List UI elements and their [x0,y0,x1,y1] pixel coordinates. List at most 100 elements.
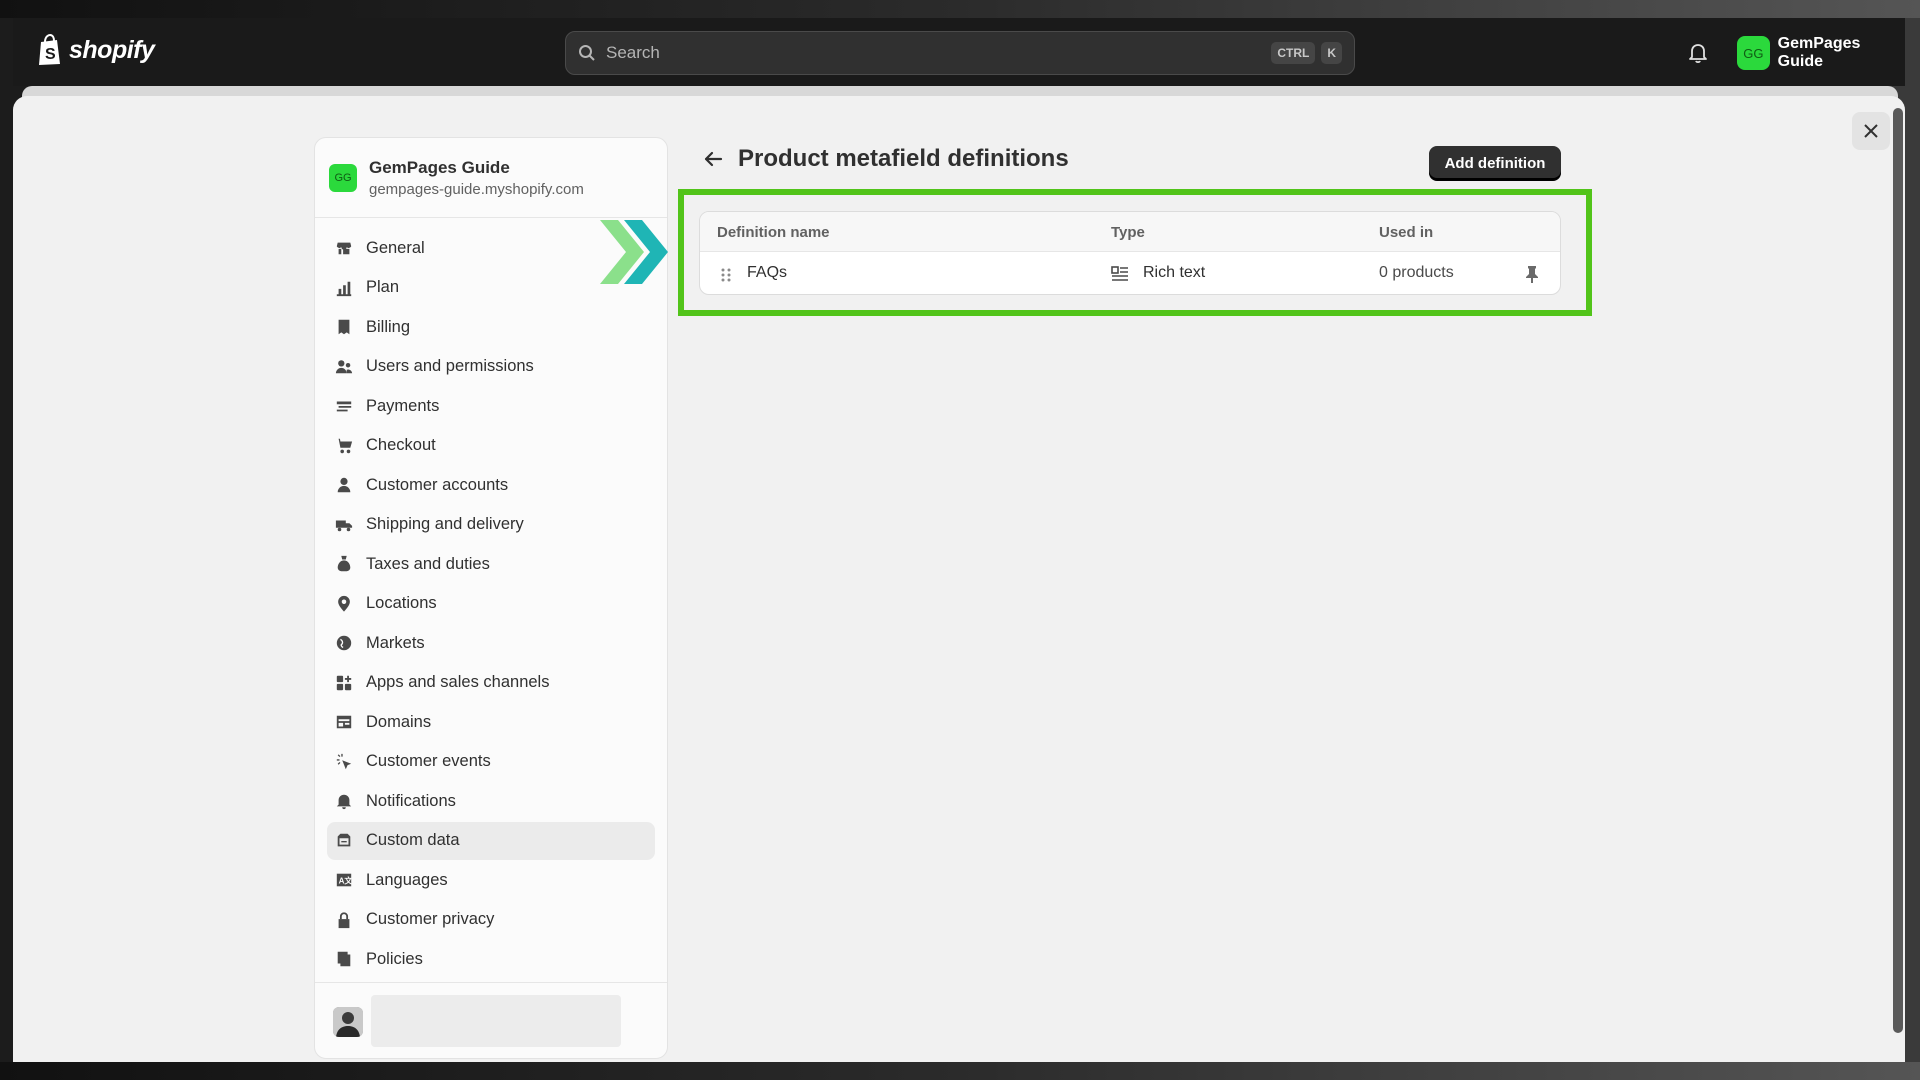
table-row[interactable]: FAQs Rich text 0 products [700,252,1560,294]
search-placeholder: Search [606,43,660,62]
notifications-bell-icon[interactable] [1687,42,1709,64]
sidebar-item-label: Custom data [366,831,460,849]
scrollbar[interactable] [1893,108,1903,1033]
sidebar-item-label: Shipping and delivery [366,515,524,533]
sidebar-item-users[interactable]: Users and permissions [327,348,655,386]
sidebar-item-label: Customer privacy [366,910,495,928]
users-icon [334,357,354,377]
sidebar-item-locations[interactable]: Locations [327,585,655,623]
sidebar-item-label: Apps and sales channels [366,673,550,691]
svg-text:S: S [45,46,56,63]
globe-icon [334,633,354,653]
billing-icon [334,317,354,337]
sidebar-item-label: Notifications [366,791,456,810]
used-in-cell: 0 products [1379,264,1454,281]
store-menu-name: GemPages Guide [1777,35,1861,70]
double-chevron-arrow-icon [600,220,668,284]
sidebar-item-payments[interactable]: Payments [327,387,655,425]
pin-icon[interactable] [1524,265,1540,283]
sidebar-item-policies[interactable]: Policies [327,940,655,978]
sidebar-item-label: Payments [366,396,440,415]
search-input[interactable]: Search CTRL K [565,31,1355,75]
sidebar-item-label: Markets [366,633,425,652]
sidebar-item-label: Policies [366,949,423,968]
shortcut-key-ctrl: CTRL [1271,42,1316,64]
brand-name: shopify [69,35,155,64]
svg-text:A文: A文 [339,876,353,886]
user-avatar [333,1007,363,1037]
sidebar-store-url: gempages-guide.myshopify.com [369,180,584,198]
payments-icon [334,396,354,416]
sidebar-user-footer[interactable] [315,982,667,1058]
sidebar-store-avatar: GG [329,163,357,192]
definition-name-cell[interactable]: FAQs [747,264,787,282]
sidebar-item-notifications[interactable]: Notifications [327,782,655,820]
store-avatar: GG [1737,36,1770,70]
sidebar-item-customer-privacy[interactable]: Customer privacy [327,901,655,939]
tax-icon [334,554,354,574]
sidebar-item-billing[interactable]: Billing [327,308,655,346]
truck-icon [334,515,354,535]
sidebar-item-label: Billing [366,317,411,336]
back-arrow-icon[interactable] [702,148,724,170]
screen-frame-top [0,0,1920,18]
shortcut-key-k: K [1321,42,1342,64]
table-header: Definition name Type Used in [700,212,1560,252]
redacted-user-info [371,995,621,1047]
sidebar-item-customer-accounts[interactable]: Customer accounts [327,466,655,504]
sidebar-item-label: General [366,238,425,257]
sidebar-item-label: Locations [366,594,437,612]
policies-icon [334,949,354,969]
page-header: Product metafield definitions [702,145,1069,173]
sidebar-item-label: Languages [366,870,448,889]
column-header-type[interactable]: Type [1111,224,1145,241]
sidebar-item-label: Users and permissions [366,357,534,375]
column-header-definition-name[interactable]: Definition name [717,224,830,241]
add-definition-button[interactable]: Add definition [1429,146,1561,180]
definitions-table: Definition name Type Used in FAQs Rich t… [699,211,1561,295]
column-header-used-in[interactable]: Used in [1379,224,1433,241]
close-icon [1864,124,1878,138]
search-icon [579,45,595,61]
store-menu-button[interactable]: GG GemPages Guide [1737,35,1905,71]
sidebar-item-label: Domains [366,712,432,731]
sidebar-item-checkout[interactable]: Checkout [327,427,655,465]
plan-icon [334,278,354,298]
shopify-logo[interactable]: S shopify [37,34,155,66]
screen-frame-bottom [0,1062,1920,1080]
apps-icon [334,673,354,693]
sidebar-item-languages[interactable]: A文 Languages [327,861,655,899]
sidebar-item-shipping[interactable]: Shipping and delivery [327,506,655,544]
sidebar-item-label: Customer accounts [366,475,509,494]
shopify-bag-icon: S [39,34,60,65]
sidebar-item-custom-data[interactable]: Custom data [327,821,655,860]
database-icon [334,831,354,851]
domains-icon [334,712,354,732]
person-icon [334,475,354,495]
cursor-click-icon [334,752,354,772]
drag-handle-icon[interactable] [720,267,732,283]
sidebar-store-name: GemPages Guide [369,157,510,177]
sidebar-item-label: Taxes and duties [366,554,490,573]
bell-icon [334,791,354,811]
store-icon [334,238,354,258]
sidebar-store-header[interactable]: GG GemPages Guide gempages-guide.myshopi… [315,138,667,218]
language-icon: A文 [334,870,354,890]
sidebar-item-taxes[interactable]: Taxes and duties [327,545,655,583]
close-button[interactable] [1852,112,1890,150]
sidebar-item-label: Checkout [366,436,436,454]
sidebar-item-label: Customer events [366,752,491,770]
sidebar-item-label: Plan [366,278,400,296]
page-title: Product metafield definitions [738,145,1069,172]
rich-text-icon [1111,266,1128,281]
location-icon [334,594,354,614]
sidebar-item-customer-events[interactable]: Customer events [327,743,655,781]
lock-icon [334,910,354,930]
sidebar-item-apps[interactable]: Apps and sales channels [327,664,655,702]
top-bar: S shopify Search CTRL K GG GemPages Guid… [13,18,1905,86]
settings-nav: General Plan Billing Users and permissio… [315,218,667,978]
cart-icon [334,436,354,456]
sidebar-item-domains[interactable]: Domains [327,703,655,741]
sidebar-item-markets[interactable]: Markets [327,624,655,662]
type-cell: Rich text [1143,264,1206,281]
